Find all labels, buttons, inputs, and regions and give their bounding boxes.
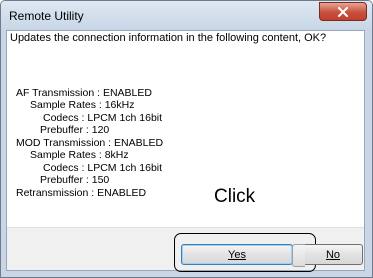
no-button[interactable]: No: [292, 244, 363, 267]
mod-codecs-line: Codecs : LPCM 1ch 16bit: [43, 162, 163, 174]
window-title: Remote Utility: [9, 9, 84, 23]
af-prebuffer-line: Prebuffer : 120: [40, 124, 110, 136]
close-button[interactable]: [319, 2, 367, 21]
af-codecs-line: Codecs : LPCM 1ch 16bit: [43, 112, 163, 124]
click-annotation: Click: [214, 186, 256, 207]
af-transmission-line: AF Transmission : ENABLED: [16, 87, 152, 99]
close-icon: [338, 6, 348, 17]
mod-sample-rates-line: Sample Rates : 8kHz: [30, 149, 129, 161]
yes-button[interactable]: Yes: [181, 244, 293, 265]
confirmation-prompt: Updates the connection information in th…: [10, 32, 327, 44]
mod-transmission-line: MOD Transmission : ENABLED: [16, 137, 164, 149]
title-bar[interactable]: Remote Utility: [1, 1, 372, 31]
af-sample-rates-line: Sample Rates : 16kHz: [30, 99, 135, 111]
mod-prebuffer-line: Prebuffer : 150: [40, 174, 110, 186]
retransmission-line: Retransmission : ENABLED: [16, 187, 147, 199]
